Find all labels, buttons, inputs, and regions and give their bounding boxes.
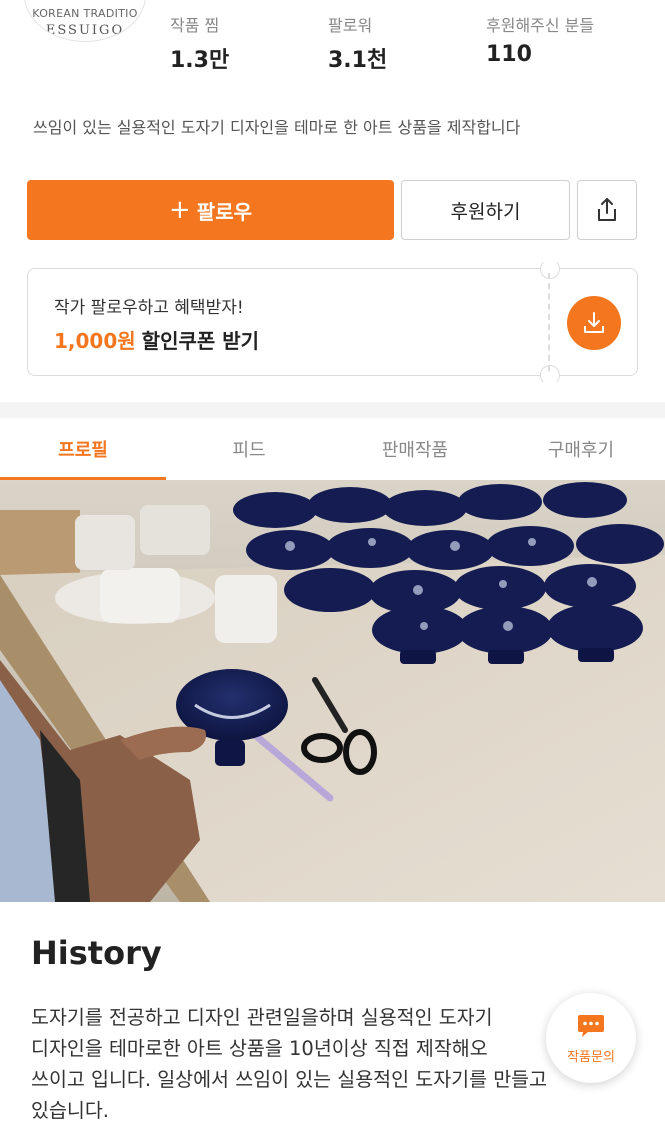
plus-icon: + — [169, 195, 191, 225]
tab-feed[interactable]: 피드 — [166, 418, 332, 480]
inquiry-fab-label: 작품문의 — [567, 1049, 615, 1065]
section-divider — [0, 402, 665, 418]
history-line: 디자인을 테마로한 아트 상품을 10년이상 직접 제작해오 — [31, 1037, 488, 1060]
chat-icon — [578, 1014, 604, 1037]
sponsor-button[interactable]: 후원하기 — [401, 180, 570, 240]
coupon-line2: 1,000원 할인쿠폰 받기 — [54, 325, 259, 354]
logo-text-top: KOREAN TRADITIO — [32, 7, 138, 20]
history-title: History — [31, 934, 162, 972]
coupon-line2-text: 할인쿠폰 받기 — [141, 329, 260, 353]
coupon-download-button[interactable] — [567, 296, 621, 350]
follow-coupon-banner[interactable]: 작가 팔로우하고 혜택받자! 1,000원 할인쿠폰 받기 — [27, 259, 638, 385]
stat-sponsors[interactable]: 후원해주신 분들 110 — [486, 12, 594, 67]
stat-likes-label: 작품 찜 — [170, 16, 220, 35]
inquiry-fab[interactable]: 작품문의 — [546, 993, 636, 1083]
coupon-notch-bottom — [540, 365, 560, 385]
stats-row: 작품 찜 1.3만 팔로워 3.1천 후원해주신 분들 110 — [170, 12, 650, 74]
share-icon — [598, 198, 616, 221]
coupon-divider — [548, 273, 550, 371]
follow-button-label: 팔로우 — [196, 199, 252, 224]
tab-products[interactable]: 판매작품 — [332, 418, 498, 480]
logo-text-bottom: ESSUIGO — [45, 23, 125, 38]
stat-likes-value: 1.3만 — [170, 48, 230, 73]
download-icon — [584, 312, 604, 333]
share-button[interactable] — [577, 180, 637, 240]
stat-followers-label: 팔로워 — [328, 16, 373, 35]
history-line: 쓰이고 입니다. 일상에서 쓰임이 있는 실용적인 도자기를 만들고 — [31, 1068, 548, 1091]
shop-description: 쓰임이 있는 실용적인 도자기 디자인을 테마로 한 아트 상품을 제작합니다 — [33, 118, 521, 137]
stat-sponsors-value: 110 — [486, 42, 532, 67]
sponsor-button-label: 후원하기 — [450, 200, 521, 223]
stat-followers-value: 3.1천 — [328, 48, 388, 73]
tab-profile[interactable]: 프로필 — [0, 418, 166, 480]
coupon-notch-top — [540, 259, 560, 279]
tab-reviews[interactable]: 구매후기 — [498, 418, 664, 480]
stat-followers[interactable]: 팔로워 3.1천 — [328, 12, 387, 74]
history-body: 도자기를 전공하고 디자인 관련일을하며 실용적인 도자기 디자인을 테마로한 … — [31, 1002, 631, 1126]
follow-button[interactable]: + 팔로우 — [27, 180, 394, 240]
shop-logo[interactable]: KOREAN TRADITIO ESSUIGO — [24, 0, 146, 42]
profile-photo — [0, 480, 665, 902]
stat-likes[interactable]: 작품 찜 1.3만 — [170, 12, 229, 74]
coupon-line1: 작가 팔로우하고 혜택받자! — [54, 298, 244, 318]
history-line: 도자기를 전공하고 디자인 관련일을하며 실용적인 도자기 — [31, 1006, 493, 1029]
profile-tabs: 프로필 피드 판매작품 구매후기 — [0, 418, 665, 480]
coupon-amount: 1,000원 — [54, 329, 136, 353]
stat-sponsors-label: 후원해주신 분들 — [486, 16, 595, 35]
history-line: 있습니다. — [31, 1099, 109, 1122]
